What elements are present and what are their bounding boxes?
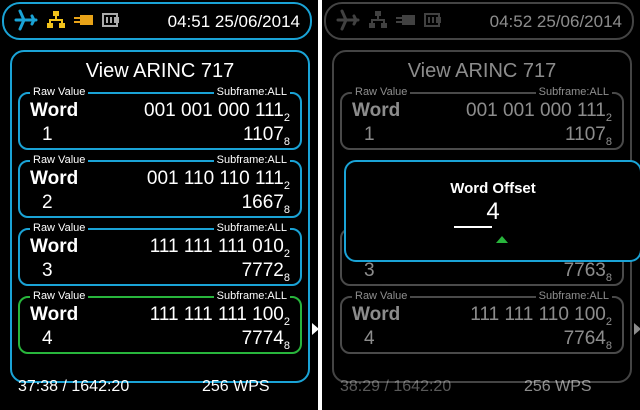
screen-left: 04:51 25/06/2014 View ARINC 717 Raw Valu… [0,0,318,410]
power-plug-icon [396,13,416,32]
legend-raw-value: Raw Value [352,290,411,303]
status-icons [14,9,120,36]
legend-subframe: Subframe:ALL [213,86,290,99]
dialog-title: Word Offset [450,180,536,197]
word-card-1[interactable]: Raw Value Subframe:ALL Word 1 001 001 00… [340,86,624,150]
arinc-panel: View ARINC 717 Raw Value Subframe:ALL Wo… [10,50,310,383]
octal-value: 77648 [563,328,612,352]
legend-subframe: Subframe:ALL [213,222,290,235]
binary-value: 001 001 000 1112 [466,100,612,124]
octal-value: 77728 [241,260,290,284]
airplane-icon [14,9,38,36]
word-label: Word [30,304,79,325]
elapsed-time: 37:38 / 1642:20 [18,378,130,395]
word-number: 4 [42,328,53,349]
clock-text: 04:51 25/06/2014 [167,12,300,31]
legend-raw-value: Raw Value [30,222,89,235]
word-number: 2 [42,192,53,213]
legend-subframe: Subframe:ALL [213,154,290,167]
word-number: 1 [364,124,375,145]
word-number: 3 [42,260,53,281]
wps-rate: 256 WPS [524,378,592,395]
input-underline [454,226,492,228]
word-number: 4 [364,328,375,349]
octal-value: 11078 [565,124,612,148]
status-bar: 04:51 25/06/2014 [2,2,312,40]
binary-value: 001 110 110 1112 [146,168,290,192]
legend-subframe: Subframe:ALL [535,86,612,99]
legend-raw-value: Raw Value [30,154,89,167]
word-card-4[interactable]: Raw Value Subframe:ALL Word 4 111 111 11… [340,290,624,354]
word-label: Word [30,168,79,189]
legend-subframe: Subframe:ALL [535,290,612,303]
binary-value: 111 111 110 1002 [470,304,612,328]
network-icon [368,10,388,35]
airplane-icon [336,9,360,36]
legend-raw-value: Raw Value [30,290,89,303]
network-icon [46,10,66,35]
wps-rate: 256 WPS [202,378,270,395]
binary-value: 111 111 111 0102 [149,236,290,260]
word-card-1[interactable]: Raw Value Subframe:ALL Word 1 001 001 00… [18,86,302,150]
screen-right: 04:52 25/06/2014 View ARINC 717 Raw Valu… [322,0,640,410]
word-label: Word [30,100,79,121]
word-card-2[interactable]: Raw Value Subframe:ALL Word 2 001 110 11… [18,154,302,218]
clock-text: 04:52 25/06/2014 [489,12,622,31]
panel-title: View ARINC 717 [85,60,235,82]
legend-subframe: Subframe:ALL [213,290,290,303]
legend-raw-value: Raw Value [30,86,89,99]
scroll-right-arrow-icon[interactable] [312,323,318,335]
binary-value: 111 111 111 1002 [149,304,290,328]
word-label: Word [352,100,401,121]
word-number: 1 [42,124,53,145]
octal-value: 77748 [241,328,290,352]
octal-value: 77638 [563,260,612,284]
elapsed-time: 38:29 / 1642:20 [340,378,452,395]
word-label: Word [352,304,401,325]
word-card-3[interactable]: Raw Value Subframe:ALL Word 3 111 111 11… [18,222,302,286]
word-offset-dialog[interactable]: Word Offset 4 [344,160,640,262]
status-icons [336,9,442,36]
scroll-right-arrow-icon[interactable] [634,323,640,335]
octal-value: 11078 [243,124,290,148]
word-card-4-selected[interactable]: Raw Value Subframe:ALL Word 4 111 111 11… [18,290,302,354]
binary-value: 001 001 000 1112 [144,100,290,124]
octal-value: 16678 [241,192,290,216]
power-plug-icon [74,13,94,32]
legend-raw-value: Raw Value [352,86,411,99]
caret-up-icon[interactable] [496,236,508,243]
battery-icon [102,12,120,32]
status-bar: 04:52 25/06/2014 [324,2,634,40]
word-label: Word [30,236,79,257]
word-offset-value[interactable]: 4 [346,198,640,226]
battery-icon [424,12,442,32]
panel-title: View ARINC 717 [407,60,557,82]
word-number: 3 [364,260,375,281]
